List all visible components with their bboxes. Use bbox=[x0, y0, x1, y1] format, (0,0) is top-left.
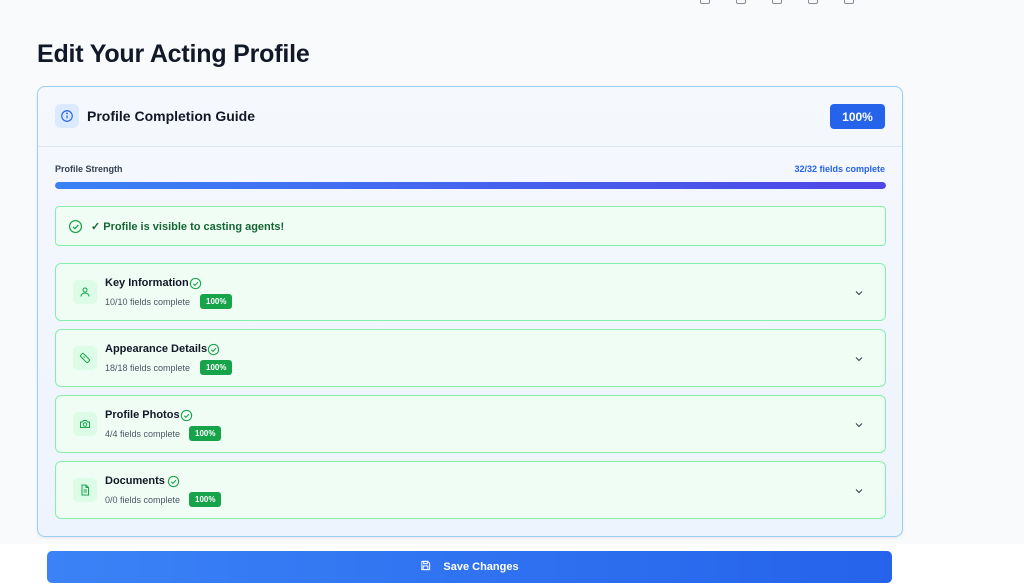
chevron-down-icon[interactable] bbox=[853, 286, 865, 304]
check-circle-icon bbox=[167, 475, 180, 493]
toolbar-icon[interactable] bbox=[844, 0, 854, 4]
document-icon bbox=[73, 478, 97, 502]
section-key-information[interactable]: Key Information 10/10 fields complete 10… bbox=[55, 263, 886, 321]
check-circle-icon bbox=[68, 219, 83, 239]
user-icon bbox=[73, 280, 97, 304]
section-field-count: 10/10 fields complete bbox=[105, 297, 191, 307]
camera-icon bbox=[73, 412, 97, 436]
section-percent-badge: 100% bbox=[189, 492, 222, 507]
profile-strength-fill bbox=[55, 182, 886, 189]
guide-header: Profile Completion Guide 100% bbox=[38, 87, 902, 147]
section-profile-photos[interactable]: Profile Photos 4/4 fields complete 100% bbox=[55, 395, 886, 453]
toolbar-icon[interactable] bbox=[772, 0, 782, 4]
section-title: Profile Photos bbox=[105, 409, 180, 421]
completion-badge: 100% bbox=[830, 104, 885, 129]
toolbar-icon[interactable] bbox=[700, 0, 710, 4]
check-circle-icon bbox=[207, 343, 220, 361]
section-field-count: 0/0 fields complete bbox=[105, 495, 181, 505]
page-title: Edit Your Acting Profile bbox=[37, 40, 310, 68]
guide-title: Profile Completion Guide bbox=[87, 108, 256, 124]
visibility-banner: ✓ Profile is visible to casting agents! bbox=[55, 206, 886, 246]
section-percent-badge: 100% bbox=[189, 426, 222, 441]
profile-strength-bar bbox=[55, 182, 886, 189]
info-icon bbox=[55, 104, 79, 128]
profile-completion-guide: Profile Completion Guide 100% Profile St… bbox=[37, 86, 903, 537]
visibility-message: ✓ Profile is visible to casting agents! bbox=[91, 221, 285, 233]
profile-strength-label: Profile Strength bbox=[55, 164, 123, 174]
section-field-count: 4/4 fields complete bbox=[105, 429, 181, 439]
section-title: Documents bbox=[105, 475, 165, 487]
section-field-count: 18/18 fields complete bbox=[105, 363, 191, 373]
page: Edit Your Acting Profile Profile Complet… bbox=[0, 0, 1024, 587]
section-title: Key Information bbox=[105, 277, 189, 289]
toolbar-icon[interactable] bbox=[808, 0, 818, 4]
section-title: Appearance Details bbox=[105, 343, 208, 355]
profile-strength-count: 32/32 fields complete bbox=[794, 164, 885, 174]
section-documents[interactable]: Documents 0/0 fields complete 100% bbox=[55, 461, 886, 519]
chevron-down-icon[interactable] bbox=[853, 352, 865, 370]
ruler-icon bbox=[73, 346, 97, 370]
chevron-down-icon[interactable] bbox=[853, 418, 865, 436]
check-circle-icon bbox=[180, 409, 193, 427]
check-circle-icon bbox=[189, 277, 202, 295]
top-toolbar bbox=[700, 0, 854, 4]
save-icon bbox=[420, 560, 431, 574]
section-percent-badge: 100% bbox=[200, 294, 233, 309]
toolbar-icon[interactable] bbox=[736, 0, 746, 4]
chevron-down-icon[interactable] bbox=[853, 484, 865, 502]
save-button-label: Save Changes bbox=[443, 561, 519, 573]
section-percent-badge: 100% bbox=[200, 360, 233, 375]
section-appearance-details[interactable]: Appearance Details 18/18 fields complete… bbox=[55, 329, 886, 387]
save-changes-button[interactable]: Save Changes bbox=[47, 551, 892, 583]
